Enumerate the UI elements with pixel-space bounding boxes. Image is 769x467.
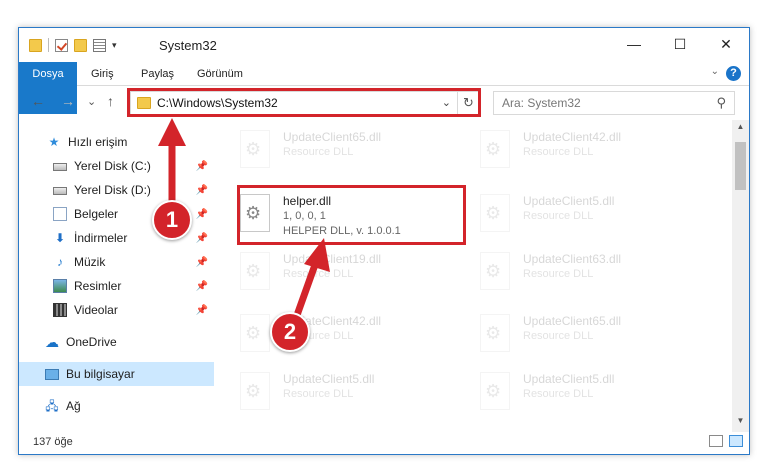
annotation-arrows <box>158 118 330 320</box>
step-1-badge: 1 <box>152 200 192 240</box>
arrow-1-head <box>158 118 186 146</box>
arrow-2-shaft <box>292 260 320 320</box>
arrow-2-head <box>304 238 330 272</box>
step-2-badge: 2 <box>270 312 310 352</box>
